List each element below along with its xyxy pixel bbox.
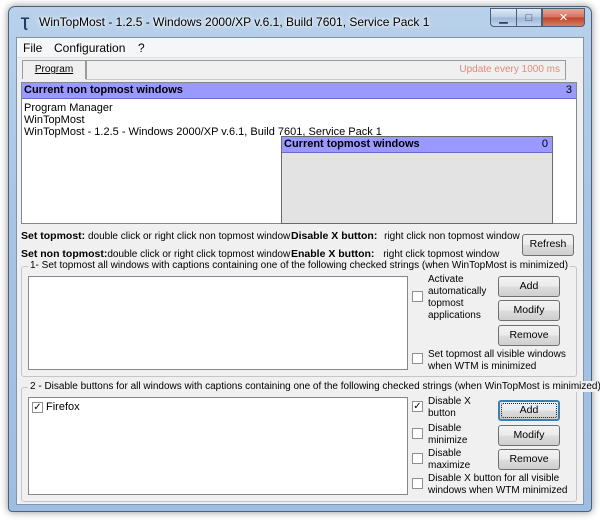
hint-set-topmost-text: double click or right click non topmost … <box>87 231 291 242</box>
hint-set-topmost: Set topmost: double click or right click… <box>21 230 290 242</box>
hint-enable-x-label: Enable X button: <box>291 248 375 260</box>
set-all-topmost-label: Set topmost all visible windows when WTM… <box>428 349 566 372</box>
group-disable-buttons-title: 2 - Disable buttons for all windows with… <box>28 381 600 392</box>
disable-strings-list[interactable]: ✓ Firefox <box>28 397 408 495</box>
activate-auto-label: Activate automatically topmost applicati… <box>428 274 487 321</box>
program-name-tab[interactable]: Program Name <box>22 60 86 92</box>
disable-x-checkbox[interactable]: ✓ <box>412 401 423 412</box>
non-topmost-header-label: Current non topmost windows <box>24 84 183 96</box>
app-window: Ʈ WinTopMost - 1.2.5 - Windows 2000/XP v… <box>8 6 600 512</box>
disable-maximize-checkbox[interactable] <box>412 453 423 464</box>
list-item[interactable]: WinTopMost <box>24 114 85 126</box>
maximize-icon: □ <box>525 11 533 24</box>
group2-add-button[interactable]: Add <box>498 400 560 421</box>
hint-enable-x-text: right click topmost window <box>383 249 500 260</box>
hint-disable-x-label: Disable X button: <box>291 230 378 242</box>
menu-bar: File Configuration ? <box>17 38 583 58</box>
hint-set-nontopmost-label: Set non topmost: <box>21 248 108 260</box>
non-topmost-count: 3 <box>565 84 572 96</box>
hint-disable-x-text: right click non topmost window <box>384 231 520 242</box>
group-set-topmost: 1- Set topmost all windows with captions… <box>21 260 577 377</box>
maximize-button[interactable]: □ <box>516 8 542 27</box>
minimize-icon: ▁ <box>499 12 508 24</box>
topmost-strings-list[interactable] <box>28 276 408 370</box>
menu-help[interactable]: ? <box>138 41 145 55</box>
refresh-button[interactable]: Refresh <box>522 234 574 256</box>
title-bar[interactable]: Ʈ WinTopMost - 1.2.5 - Windows 2000/XP v… <box>9 7 591 37</box>
group1-modify-button[interactable]: Modify <box>498 300 560 321</box>
group-disable-buttons: 2 - Disable buttons for all windows with… <box>21 381 600 502</box>
group1-remove-button[interactable]: Remove <box>498 325 560 346</box>
hint-set-topmost-label: Set topmost: <box>21 230 86 242</box>
set-all-topmost-checkbox[interactable] <box>412 353 423 364</box>
list-item[interactable]: Program Manager <box>24 102 113 114</box>
close-button[interactable]: ✕ <box>542 8 585 27</box>
hint-disable-x: Disable X button: right click non topmos… <box>291 230 520 242</box>
minimize-button[interactable]: ▁ <box>490 8 516 27</box>
disable-minimize-checkbox[interactable] <box>412 428 423 439</box>
group-set-topmost-title: 1- Set topmost all windows with captions… <box>28 260 571 271</box>
program-name-field[interactable]: Update every 1000 ms <box>86 60 566 80</box>
menu-configuration[interactable]: Configuration <box>54 41 125 55</box>
update-interval-text: Update every 1000 ms <box>459 64 560 75</box>
topmost-list[interactable]: Current topmost windows 0 <box>281 136 553 224</box>
wintopmost-app-icon[interactable]: Ʈ <box>18 15 32 29</box>
disable-minimize-label: Disable minimize <box>428 423 468 446</box>
disable-x-all-checkbox[interactable] <box>412 478 423 489</box>
group2-modify-button[interactable]: Modify <box>498 425 560 446</box>
menu-file[interactable]: File <box>23 41 42 55</box>
hint-enable-x: Enable X button: right click topmost win… <box>291 248 499 260</box>
group1-add-button[interactable]: Add <box>498 276 560 297</box>
topmost-header-label: Current topmost windows <box>284 138 420 150</box>
window-controls: ▁ □ ✕ <box>490 8 585 27</box>
disable-x-all-label: Disable X button for all visible windows… <box>428 473 568 496</box>
firefox-checkbox[interactable]: ✓ <box>32 402 43 413</box>
client-area: File Configuration ? Program Name Update… <box>16 37 600 505</box>
group2-remove-button[interactable]: Remove <box>498 449 560 470</box>
disable-maximize-label: Disable maximize <box>428 448 471 471</box>
close-icon: ✕ <box>558 12 569 24</box>
topmost-header: Current topmost windows 0 <box>282 137 552 153</box>
hint-set-nontopmost: Set non topmost:double click or right cl… <box>21 248 290 260</box>
activate-auto-checkbox[interactable] <box>412 291 423 302</box>
topmost-count: 0 <box>541 138 548 150</box>
disable-x-label: Disable X button <box>428 396 471 419</box>
non-topmost-header: Current non topmost windows 3 <box>22 83 576 99</box>
window-title: WinTopMost - 1.2.5 - Windows 2000/XP v.6… <box>39 15 430 29</box>
hint-set-nontopmost-text: double click or right click topmost wind… <box>107 249 291 260</box>
list-item[interactable]: Firefox <box>46 401 80 413</box>
